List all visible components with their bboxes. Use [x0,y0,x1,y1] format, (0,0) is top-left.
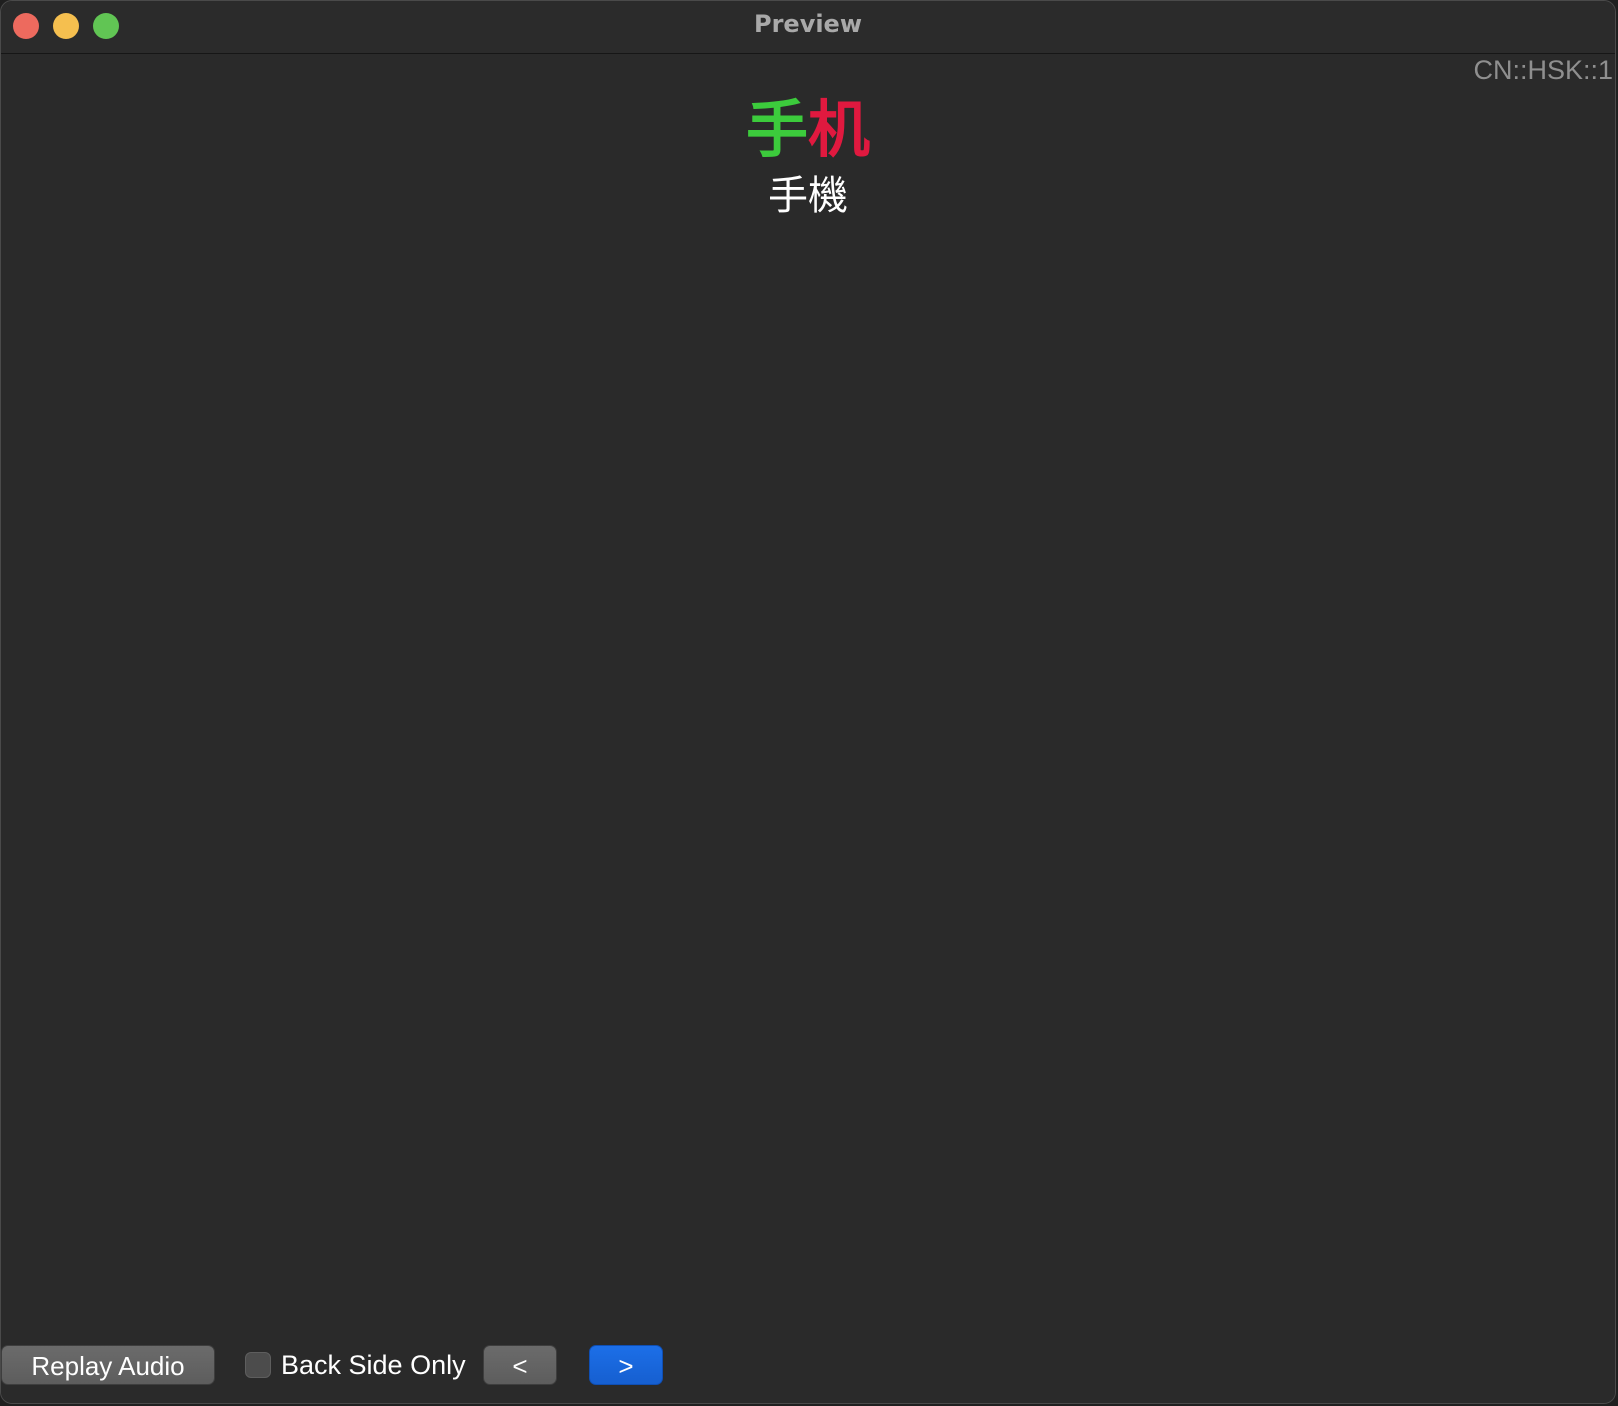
back-side-only-label[interactable]: Back Side Only [281,1345,466,1385]
next-card-button[interactable]: > [589,1345,663,1385]
window-title: Preview [753,10,863,38]
simplified-char-1: 手 [745,93,808,166]
deck-tag: CN::HSK::1 [1473,55,1613,85]
preview-toolbar: Replay Audio Back Side Only < > [1,1333,1615,1403]
title-bar: Preview [1,1,1615,54]
preview-window: Preview CN::HSK::1 手机 手機 Replay Audio Ba… [0,0,1616,1404]
card-preview-area: CN::HSK::1 手机 手機 [1,54,1615,1403]
simplified-char-2: 机 [808,93,871,166]
simplified-word: 手机 [1,92,1615,168]
back-side-only-checkbox[interactable] [245,1352,271,1378]
replay-audio-button[interactable]: Replay Audio [1,1345,215,1385]
traditional-word: 手機 [768,173,848,219]
back-side-only-toggle[interactable]: Back Side Only [245,1345,466,1385]
previous-card-button[interactable]: < [483,1345,557,1385]
